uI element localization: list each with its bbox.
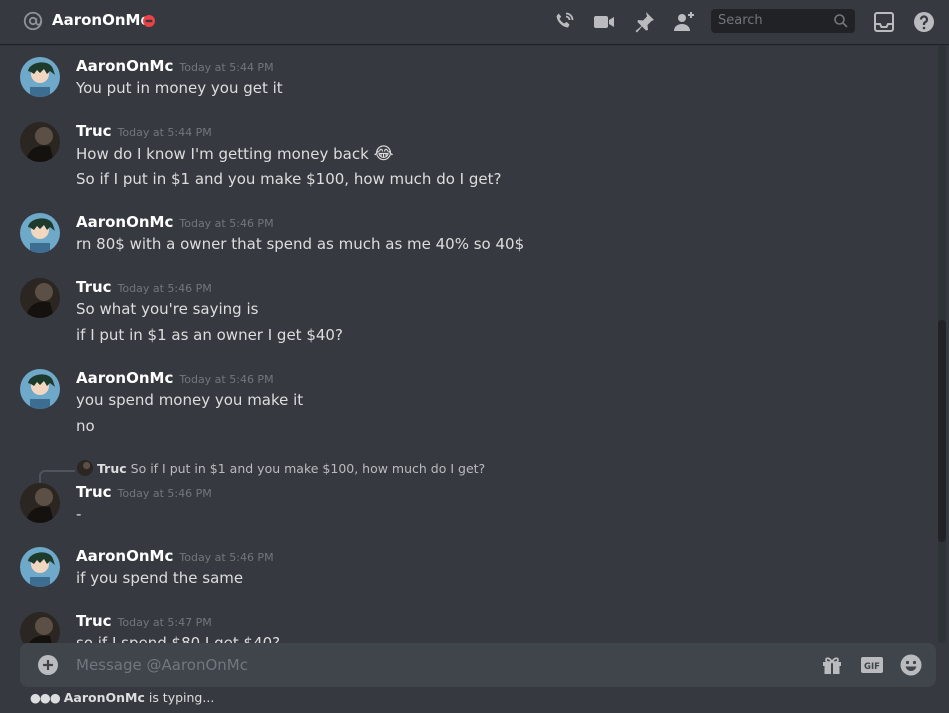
message-text: So if I put in $1 and you make $100, how… (76, 170, 502, 188)
avatar[interactable] (20, 122, 60, 162)
typing-username: AaronOnMc (63, 690, 145, 705)
joy-emoji-icon: 😂 (373, 144, 394, 164)
gif-icon[interactable]: GIF (860, 653, 884, 677)
message-text: So what you're saying is (76, 300, 259, 318)
search-box[interactable]: Search (711, 9, 855, 33)
message-text: You put in money you get it (76, 79, 283, 97)
avatar[interactable] (20, 213, 60, 253)
search-placeholder: Search (718, 13, 763, 28)
timestamp: Today at 5:46 PM (179, 217, 274, 230)
reply-spine (39, 470, 75, 484)
avatar[interactable] (20, 547, 60, 587)
at-icon (23, 11, 43, 31)
emoji-icon[interactable] (899, 653, 923, 677)
username[interactable]: AaronOnMc Today at 5:46 PM (76, 369, 274, 387)
timestamp: Today at 5:44 PM (117, 126, 212, 139)
typing-dots-icon: ●●● (30, 690, 61, 705)
message-text: How do I know I'm getting money back 😂 (76, 144, 394, 164)
message-list: AaronOnMc Today at 5:44 PM You put in mon… (0, 45, 940, 643)
gift-icon[interactable] (820, 653, 844, 677)
search-icon (834, 14, 848, 28)
video-icon[interactable] (592, 10, 616, 34)
username[interactable]: Truc Today at 5:44 PM (76, 122, 212, 140)
scrollbar-thumb[interactable] (938, 320, 946, 542)
avatar[interactable] (20, 612, 60, 643)
reply-username: Truc (97, 461, 127, 476)
message-input[interactable] (76, 643, 756, 687)
avatar[interactable] (20, 278, 60, 318)
dnd-status-icon (143, 15, 155, 27)
message-text: if you spend the same (76, 569, 244, 587)
username[interactable]: Truc Today at 5:47 PM (76, 612, 212, 630)
top-bar: AaronOnMc Search (0, 0, 949, 44)
username[interactable]: AaronOnMc Today at 5:44 PM (76, 57, 274, 75)
message-composer: GIF (20, 643, 936, 687)
plus-icon[interactable] (38, 655, 58, 675)
add-friend-icon[interactable] (672, 10, 696, 34)
avatar[interactable] (20, 483, 60, 523)
username[interactable]: AaronOnMc Today at 5:46 PM (76, 547, 274, 565)
timestamp: Today at 5:47 PM (117, 616, 212, 629)
inbox-icon[interactable] (872, 10, 896, 34)
avatar[interactable] (20, 369, 60, 409)
message-text: so if I spend $80 I get $40? (76, 634, 281, 643)
username[interactable]: AaronOnMc Today at 5:46 PM (76, 213, 274, 231)
pin-icon[interactable] (632, 10, 656, 34)
avatar[interactable] (20, 57, 60, 97)
svg-text:GIF: GIF (864, 662, 880, 672)
typing-indicator: ●●● AaronOnMc is typing... (30, 690, 214, 705)
timestamp: Today at 5:46 PM (179, 551, 274, 564)
message-text: if I put in $1 as an owner I get $40? (76, 326, 343, 344)
timestamp: Today at 5:46 PM (117, 282, 212, 295)
help-icon[interactable] (912, 10, 936, 34)
message-text: rn 80$ with a owner that spend as much a… (76, 235, 525, 253)
reply-avatar (77, 460, 93, 476)
message-text: - (76, 505, 82, 523)
dm-name: AaronOnMc (52, 11, 150, 29)
username[interactable]: Truc Today at 5:46 PM (76, 278, 212, 296)
timestamp: Today at 5:46 PM (117, 487, 212, 500)
timestamp: Today at 5:44 PM (179, 61, 274, 74)
username[interactable]: Truc Today at 5:46 PM (76, 483, 212, 501)
reply-reference[interactable]: Truc So if I put in $1 and you make $100,… (77, 460, 485, 476)
call-icon[interactable] (552, 10, 576, 34)
timestamp: Today at 5:46 PM (179, 373, 274, 386)
reply-text: So if I put in $1 and you make $100, how… (130, 461, 486, 476)
message-text: no (76, 417, 95, 435)
typing-text: is typing... (144, 690, 215, 705)
message-text: you spend money you make it (76, 391, 304, 409)
